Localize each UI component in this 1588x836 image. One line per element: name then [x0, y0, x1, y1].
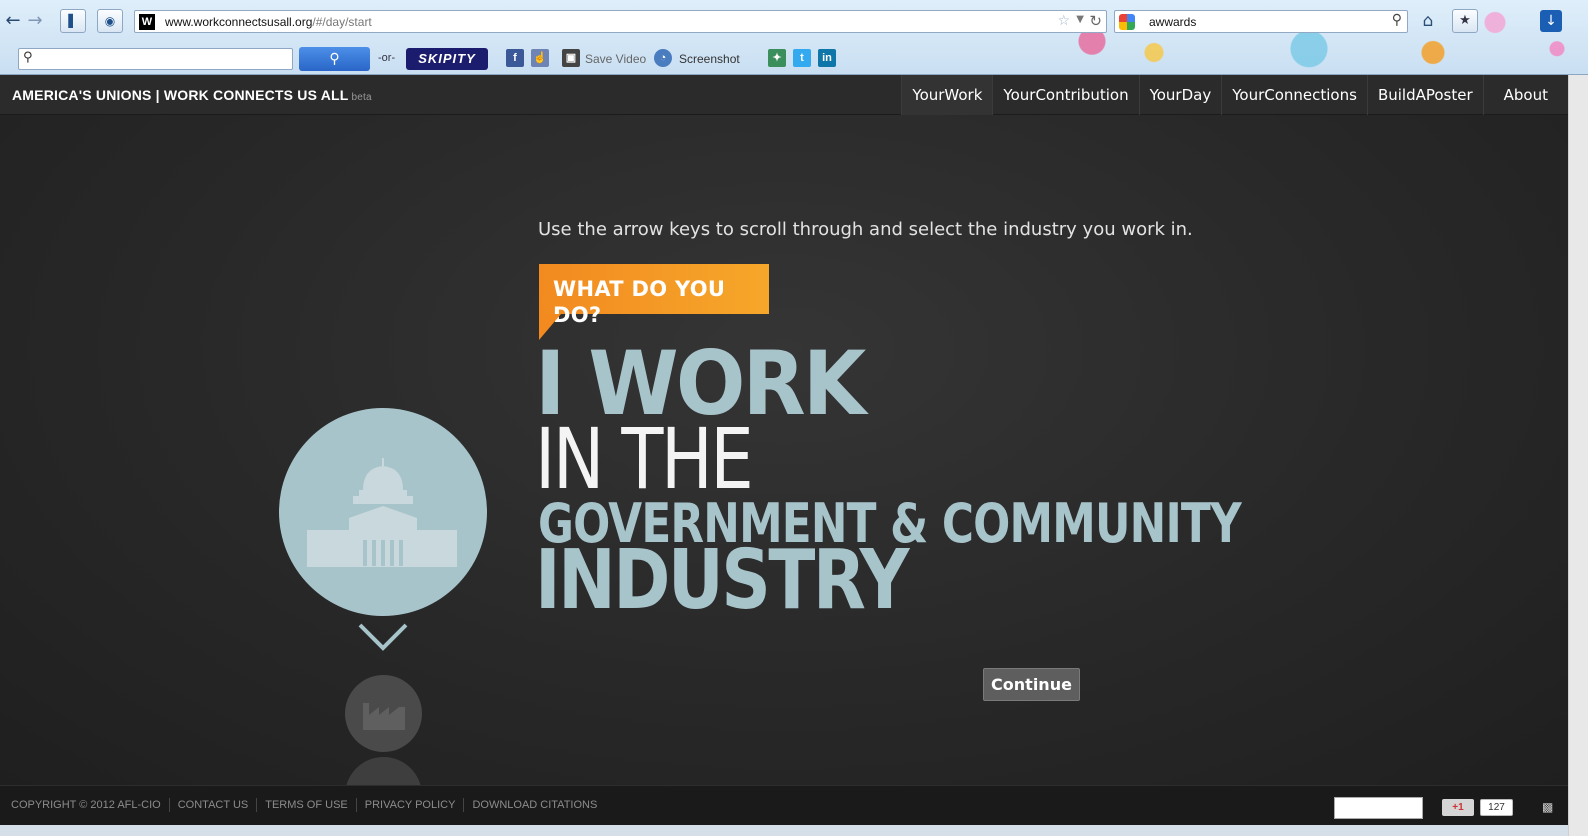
site-footer: COPYRIGHT © 2012 AFL-CIO CONTACT US TERM…	[0, 785, 1568, 825]
url-host: www.workconnectsusall.org	[165, 15, 313, 29]
copyright-text: COPYRIGHT © 2012 AFL-CIO	[11, 799, 161, 811]
address-bar[interactable]: W www.workconnectsusall.org/#/day/start …	[134, 10, 1107, 33]
question-tag-text: WHAT DO YOU DO?	[553, 277, 726, 327]
nav-your-connections[interactable]: YourConnections	[1221, 75, 1367, 115]
screenshot-icon[interactable]: ◔	[654, 49, 672, 67]
search-icon[interactable]: ⚲	[1392, 12, 1402, 28]
url-text[interactable]: www.workconnectsusall.org/#/day/start	[165, 14, 372, 30]
twitter-icon[interactable]: t	[793, 49, 811, 67]
save-video-icon[interactable]: ▣	[562, 49, 580, 67]
forward-arrow-icon[interactable]: →	[24, 10, 46, 32]
url-dropdown-icon[interactable]: ▼	[1076, 14, 1084, 25]
browser-chrome: ← → ▌ ◉ W www.workconnectsusall.org/#/da…	[0, 0, 1588, 75]
like-icon[interactable]: ☝	[531, 49, 549, 67]
bookmarks-icon[interactable]: ★	[1452, 9, 1478, 33]
toolbar-search-button[interactable]: ⚲	[299, 47, 370, 71]
chevron-down-icon[interactable]	[357, 621, 409, 653]
nav-about[interactable]: About	[1482, 75, 1568, 115]
following-industry-circle[interactable]	[345, 757, 422, 785]
stats-bars-icon[interactable]: ▩	[1542, 800, 1553, 814]
bookmark-star-icon[interactable]: ☆	[1057, 13, 1070, 29]
share-widget[interactable]	[1334, 797, 1423, 819]
home-icon[interactable]: ⌂	[1414, 9, 1442, 33]
brand-text: AMERICA'S UNIONS | WORK CONNECTS US ALL	[12, 87, 349, 103]
share-icon[interactable]: ✦	[768, 49, 786, 67]
search-icon: ⚲	[23, 50, 33, 65]
addon-icon[interactable]: ◉	[97, 9, 123, 33]
download-citations-link[interactable]: DOWNLOAD CITATIONS	[463, 798, 605, 812]
or-label: -or-	[378, 52, 396, 64]
headline-industry: INDUSTRY	[535, 533, 909, 628]
contact-us-link[interactable]: CONTACT US	[168, 798, 257, 812]
site-header: AMERICA'S UNIONS | WORK CONNECTS US ALL b…	[0, 75, 1568, 115]
nav-build-a-poster[interactable]: BuildAPoster	[1366, 75, 1483, 115]
main-nav: YourWork YourContribution YourDay YourCo…	[901, 75, 1568, 115]
save-video-button[interactable]: Save Video	[585, 52, 646, 66]
next-industry-circle[interactable]	[345, 675, 422, 752]
page-scrollbar[interactable]	[1568, 75, 1588, 836]
bar-chart-icon[interactable]: ▌	[60, 9, 86, 33]
screenshot-button[interactable]: Screenshot	[679, 52, 740, 66]
headline-in-the: IN THE	[535, 410, 754, 508]
download-icon[interactable]: ↓	[1540, 10, 1562, 32]
instruction-text: Use the arrow keys to scroll through and…	[538, 219, 1193, 240]
reload-icon[interactable]: ↻	[1089, 12, 1102, 30]
google-engine-icon[interactable]	[1119, 14, 1135, 30]
capitol-building-icon	[307, 458, 457, 567]
browser-search-value: awwards	[1149, 15, 1197, 29]
nav-your-contribution[interactable]: YourContribution	[992, 75, 1138, 115]
site-favicon: W	[139, 14, 155, 30]
facebook-icon[interactable]: f	[506, 49, 524, 67]
beta-label: beta	[351, 92, 372, 103]
browser-search-box[interactable]: awwards ⚲	[1114, 10, 1408, 33]
terms-of-use-link[interactable]: TERMS OF USE	[256, 798, 356, 812]
factory-icon	[363, 703, 405, 730]
url-path: /#/day/start	[312, 15, 372, 29]
google-plus-one-button[interactable]: +1	[1442, 799, 1474, 816]
addon-toolbar: ⚲ ⚲ -or- SKIPITY f ☝ ▣ Save Video ◔ Scre…	[0, 44, 960, 74]
skipity-button[interactable]: SKIPITY	[406, 48, 488, 70]
privacy-policy-link[interactable]: PRIVACY POLICY	[355, 798, 464, 812]
selected-industry-circle[interactable]	[279, 408, 487, 616]
footer-links: COPYRIGHT © 2012 AFL-CIO CONTACT US TERM…	[11, 798, 605, 812]
continue-button[interactable]: Continue	[983, 668, 1080, 701]
toolbar-search-input[interactable]: ⚲	[18, 48, 293, 70]
back-arrow-icon[interactable]: ←	[2, 10, 24, 32]
nav-your-day[interactable]: YourDay	[1138, 75, 1222, 115]
question-tag: WHAT DO YOU DO?	[539, 264, 769, 327]
nav-your-work[interactable]: YourWork	[901, 75, 993, 115]
site-brand[interactable]: AMERICA'S UNIONS | WORK CONNECTS US ALL b…	[12, 86, 372, 107]
linkedin-icon[interactable]: in	[818, 49, 836, 67]
plus-one-count: 127	[1480, 799, 1513, 816]
industry-selector: Use the arrow keys to scroll through and…	[0, 115, 1568, 785]
browser-status-bar	[0, 825, 1568, 836]
